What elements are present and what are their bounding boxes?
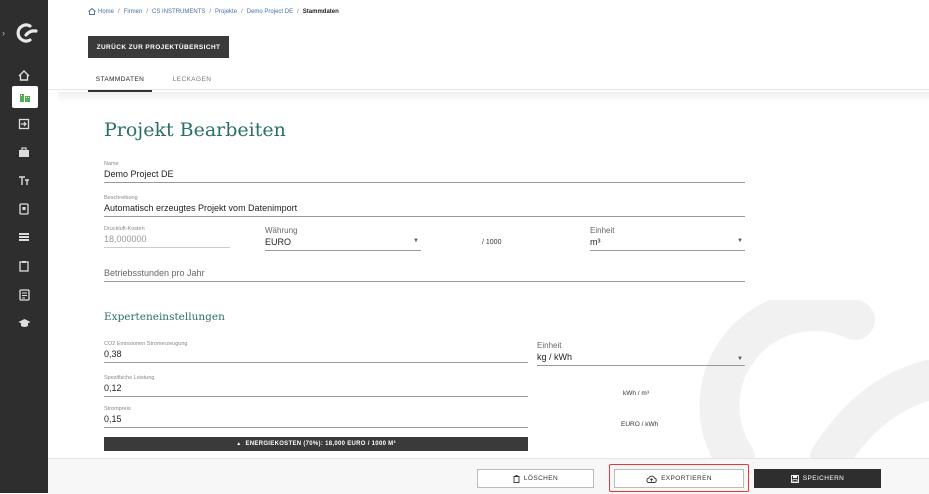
co2-label: CO2 Emissionen Stromerzeugung bbox=[104, 341, 188, 347]
co2-unit-dropdown-icon[interactable]: ▼ bbox=[737, 356, 743, 362]
unit-underline bbox=[590, 250, 745, 251]
electricity-price-underline bbox=[104, 427, 528, 428]
expand-chevron-icon[interactable]: › bbox=[2, 28, 5, 38]
electricity-price-label: Strompreis bbox=[104, 406, 131, 412]
document-icon[interactable] bbox=[15, 286, 33, 304]
breadcrumb-separator: / bbox=[118, 8, 120, 15]
specific-power-underline bbox=[104, 396, 528, 397]
name-field[interactable]: Name Demo Project DE bbox=[104, 161, 745, 183]
co2-value[interactable]: 0,38 bbox=[104, 348, 528, 360]
home-icon[interactable] bbox=[15, 66, 33, 84]
clipboard-icon[interactable] bbox=[15, 257, 33, 275]
electricity-price-value[interactable]: 0,15 bbox=[104, 413, 528, 425]
breadcrumb-projekte[interactable]: Projekte bbox=[215, 9, 237, 15]
expert-settings-title: Experteneinstellungen bbox=[104, 311, 225, 323]
currency-select[interactable]: Währung EURO ▼ bbox=[265, 226, 421, 251]
cost-underline bbox=[104, 247, 230, 248]
breadcrumb-project[interactable]: Demo Project DE bbox=[247, 9, 293, 15]
breadcrumb-separator: / bbox=[146, 8, 149, 15]
building-icon[interactable] bbox=[12, 86, 38, 108]
unit-label: Einheit bbox=[590, 226, 615, 235]
currency-value[interactable]: EURO bbox=[265, 236, 421, 248]
operating-hours-field[interactable]: Betriebsstunden pro Jahr bbox=[104, 268, 745, 282]
briefcase-icon[interactable] bbox=[15, 143, 33, 161]
breadcrumb-home[interactable]: Home bbox=[98, 9, 114, 15]
chevron-up-icon: ▲ bbox=[236, 441, 242, 447]
co2-unit-value[interactable]: kg / kWh bbox=[537, 351, 745, 363]
name-value[interactable]: Demo Project DE bbox=[104, 168, 745, 180]
tablet-icon[interactable] bbox=[15, 200, 33, 218]
save-icon bbox=[790, 474, 799, 483]
specific-power-label: Spezifische Leistung bbox=[104, 375, 155, 381]
electricity-price-field[interactable]: Strompreis 0,15 bbox=[104, 406, 528, 428]
breadcrumb-current: Stammdaten bbox=[302, 8, 339, 15]
list-icon[interactable] bbox=[15, 228, 33, 246]
cost-label: Druckluft-Kosten bbox=[104, 226, 145, 232]
breadcrumb-firmen[interactable]: Firmen bbox=[124, 9, 143, 15]
currency-label: Währung bbox=[265, 226, 298, 235]
logo-icon[interactable] bbox=[14, 22, 40, 44]
energy-costs-toggle-button[interactable]: ▲ ENERGIEKOSTEN (70%): 18,000 EURO / 100… bbox=[104, 437, 528, 451]
co2-unit-select[interactable]: Einheit kg / kWh ▼ bbox=[537, 341, 745, 366]
operating-hours-placeholder[interactable]: Betriebsstunden pro Jahr bbox=[104, 268, 745, 278]
sidebar: › bbox=[0, 0, 48, 493]
cost-value[interactable]: 18,000000 bbox=[104, 233, 230, 245]
per-thousand-label: / 1000 bbox=[482, 239, 502, 246]
cost-field[interactable]: Druckluft-Kosten 18,000000 bbox=[104, 226, 230, 248]
energy-costs-label: ENERGIEKOSTEN (70%): 18,000 EURO / 1000 … bbox=[245, 441, 396, 447]
graduation-icon[interactable] bbox=[15, 314, 33, 332]
electricity-price-unit: EURO / kWh bbox=[621, 421, 659, 428]
trash-icon bbox=[513, 474, 520, 483]
page-title: Projekt Bearbeiten bbox=[104, 119, 286, 141]
delete-label: LÖSCHEN bbox=[523, 475, 559, 482]
name-label: Name bbox=[104, 161, 119, 167]
description-label: Beschreibung bbox=[104, 195, 138, 201]
unit-value[interactable]: m³ bbox=[590, 236, 745, 248]
content-top-shadow bbox=[58, 92, 929, 102]
import-icon[interactable] bbox=[15, 115, 33, 133]
breadcrumb-separator: / bbox=[209, 8, 212, 15]
tab-leckagen[interactable]: LECKAGEN bbox=[162, 76, 222, 90]
specific-power-field[interactable]: Spezifische Leistung 0,12 bbox=[104, 375, 528, 397]
description-underline bbox=[104, 216, 745, 217]
text-icon[interactable] bbox=[15, 171, 33, 189]
home-icon[interactable] bbox=[88, 8, 96, 15]
breadcrumb-company[interactable]: CS INSTRUMENTS bbox=[152, 9, 205, 15]
operating-hours-underline bbox=[104, 281, 745, 282]
save-button[interactable]: SPEICHERN bbox=[754, 469, 881, 488]
currency-underline bbox=[265, 250, 421, 251]
breadcrumb: Home / Firmen / CS INSTRUMENTS / Projekt… bbox=[88, 8, 339, 15]
co2-underline bbox=[104, 362, 528, 363]
specific-power-value[interactable]: 0,12 bbox=[104, 382, 528, 394]
breadcrumb-separator: / bbox=[241, 8, 243, 15]
back-to-overview-button[interactable]: ZURÜCK ZUR PROJEKTÜBERSICHT bbox=[88, 36, 229, 58]
breadcrumb-separator: / bbox=[297, 8, 299, 15]
co2-unit-underline bbox=[537, 365, 745, 366]
delete-button[interactable]: LÖSCHEN bbox=[477, 469, 594, 488]
description-value[interactable]: Automatisch erzeugtes Projekt vom Dateni… bbox=[104, 202, 745, 214]
unit-select[interactable]: Einheit m³ ▼ bbox=[590, 226, 745, 251]
co2-field[interactable]: CO2 Emissionen Stromerzeugung 0,38 bbox=[104, 341, 528, 363]
description-field[interactable]: Beschreibung Automatisch erzeugtes Proje… bbox=[104, 195, 745, 217]
save-label: SPEICHERN bbox=[802, 475, 845, 482]
unit-dropdown-icon[interactable]: ▼ bbox=[737, 238, 743, 244]
co2-unit-label: Einheit bbox=[537, 341, 562, 350]
brand-watermark-icon bbox=[699, 300, 929, 458]
specific-power-unit: kWh / m³ bbox=[623, 390, 649, 397]
header-divider bbox=[48, 89, 929, 90]
currency-dropdown-icon[interactable]: ▼ bbox=[413, 238, 419, 244]
name-underline bbox=[104, 182, 745, 183]
export-highlight-frame bbox=[609, 464, 749, 492]
